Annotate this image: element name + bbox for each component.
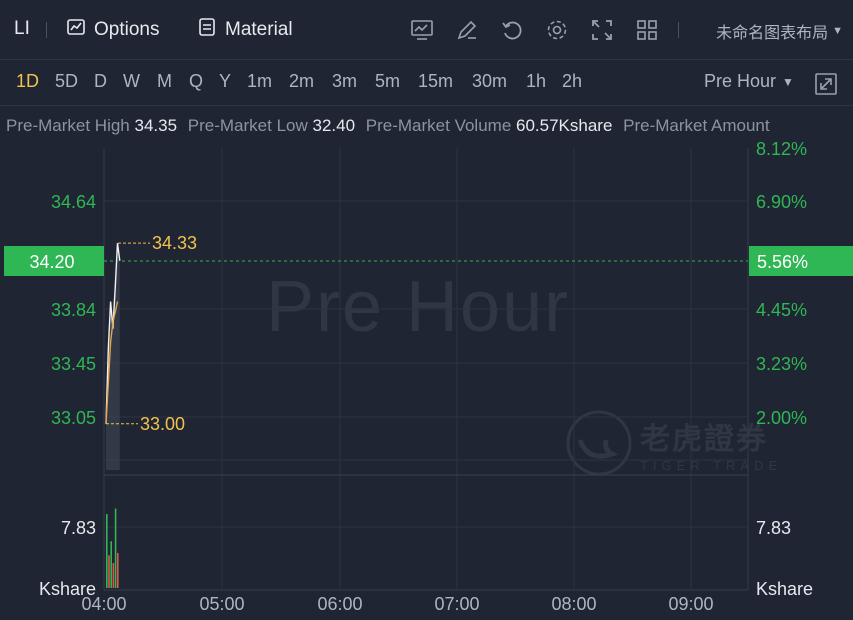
options-chart-icon: [66, 17, 86, 43]
amount-label: Pre-Market Amount: [623, 116, 770, 135]
time-tick-label: 06:00: [317, 594, 362, 614]
chevron-down-icon: ▼: [782, 74, 794, 89]
premarket-info: Pre-Market High 34.35 Pre-Market Low 32.…: [6, 116, 853, 136]
draw-icon[interactable]: [455, 18, 479, 42]
volume-tick-right: 7.83: [756, 518, 791, 538]
low-label: Pre-Market Low: [187, 116, 308, 135]
time-tick-label: 04:00: [81, 594, 126, 614]
price-tick-label: 33.45: [51, 354, 96, 374]
time-tick-label: 09:00: [668, 594, 713, 614]
divider: [678, 22, 679, 38]
session-selector[interactable]: Pre Hour ▼: [704, 71, 794, 92]
high-label: Pre-Market High: [6, 116, 130, 135]
volume-bar: [112, 563, 115, 588]
period-2m[interactable]: 2m: [289, 71, 314, 92]
indicator-chart-icon[interactable]: [410, 18, 434, 42]
time-tick-label: 08:00: [551, 594, 596, 614]
current-price-value: 34.20: [29, 252, 74, 272]
period-y[interactable]: Y: [219, 71, 231, 92]
settings-icon[interactable]: [545, 18, 569, 42]
options-button[interactable]: Options: [66, 16, 159, 44]
layout-label: 未命名图表布局: [716, 25, 829, 42]
volume-value: 60.57Kshare: [516, 116, 613, 135]
period-1h[interactable]: 1h: [526, 71, 546, 92]
high-marker-label: 34.33: [152, 233, 197, 253]
chart-canvas: 34.64 33.84 33.45 33.05 8.12% 6.90% 4.45% 3.23%…: [4, 140, 853, 614]
high-value: 34.35: [134, 116, 178, 135]
period-1d[interactable]: 1D: [16, 71, 39, 92]
period-15m[interactable]: 15m: [418, 71, 453, 92]
period-w[interactable]: W: [123, 71, 140, 92]
period-1m[interactable]: 1m: [247, 71, 272, 92]
volume-bar: [117, 552, 119, 588]
low-value: 32.40: [312, 116, 356, 135]
period-5m[interactable]: 5m: [375, 71, 400, 92]
time-tick-label: 07:00: [434, 594, 479, 614]
percent-tick-label: 3.23%: [756, 354, 807, 374]
volume-label: Pre-Market Volume: [365, 116, 512, 135]
period-3m[interactable]: 3m: [332, 71, 357, 92]
material-label: Material: [225, 19, 293, 40]
period-2h[interactable]: 2h: [562, 71, 582, 92]
percent-tick-label: 8.12%: [756, 140, 807, 159]
expand-icon[interactable]: [814, 72, 838, 96]
material-button[interactable]: Material: [197, 16, 293, 44]
low-marker-label: 33.00: [140, 414, 185, 434]
price-tick-label: 34.64: [51, 192, 96, 212]
volume-bar: [108, 555, 110, 588]
ticker-symbol[interactable]: LI: [14, 18, 30, 40]
layout-selector[interactable]: 未命名图表布局 ▼: [716, 19, 843, 43]
current-pct-value: 5.56%: [757, 252, 808, 272]
volume-bar: [110, 541, 112, 588]
grid-layout-icon[interactable]: [635, 18, 659, 42]
percent-tick-label: 6.90%: [756, 192, 807, 212]
price-tick-label: 33.84: [51, 300, 96, 320]
time-tick-label: 05:00: [199, 594, 244, 614]
divider: [46, 22, 47, 38]
period-d[interactable]: D: [94, 71, 107, 92]
top-toolbar: LI Options Material 未命名图表布局 ▼: [0, 0, 853, 60]
document-icon: [197, 17, 217, 43]
period-5d[interactable]: 5D: [55, 71, 78, 92]
period-m[interactable]: M: [157, 71, 172, 92]
percent-tick-label: 4.45%: [756, 300, 807, 320]
percent-tick-label: 2.00%: [756, 408, 807, 428]
period-q[interactable]: Q: [189, 71, 203, 92]
reset-icon[interactable]: [500, 18, 524, 42]
volume-bar: [106, 513, 108, 588]
price-tick-label: 33.05: [51, 408, 96, 428]
options-label: Options: [94, 19, 160, 40]
period-30m[interactable]: 30m: [472, 71, 507, 92]
volume-unit-right: Kshare: [756, 579, 813, 599]
session-label: Pre Hour: [704, 71, 777, 91]
volume-tick-left: 7.83: [61, 518, 96, 538]
price-chart[interactable]: Pre Hour 老虎證券 TIGER TRADE 34.64 33.84 33.4…: [0, 140, 853, 620]
chevron-down-icon: ▼: [832, 25, 843, 37]
fullscreen-icon[interactable]: [590, 18, 614, 42]
volume-bar: [114, 508, 117, 588]
